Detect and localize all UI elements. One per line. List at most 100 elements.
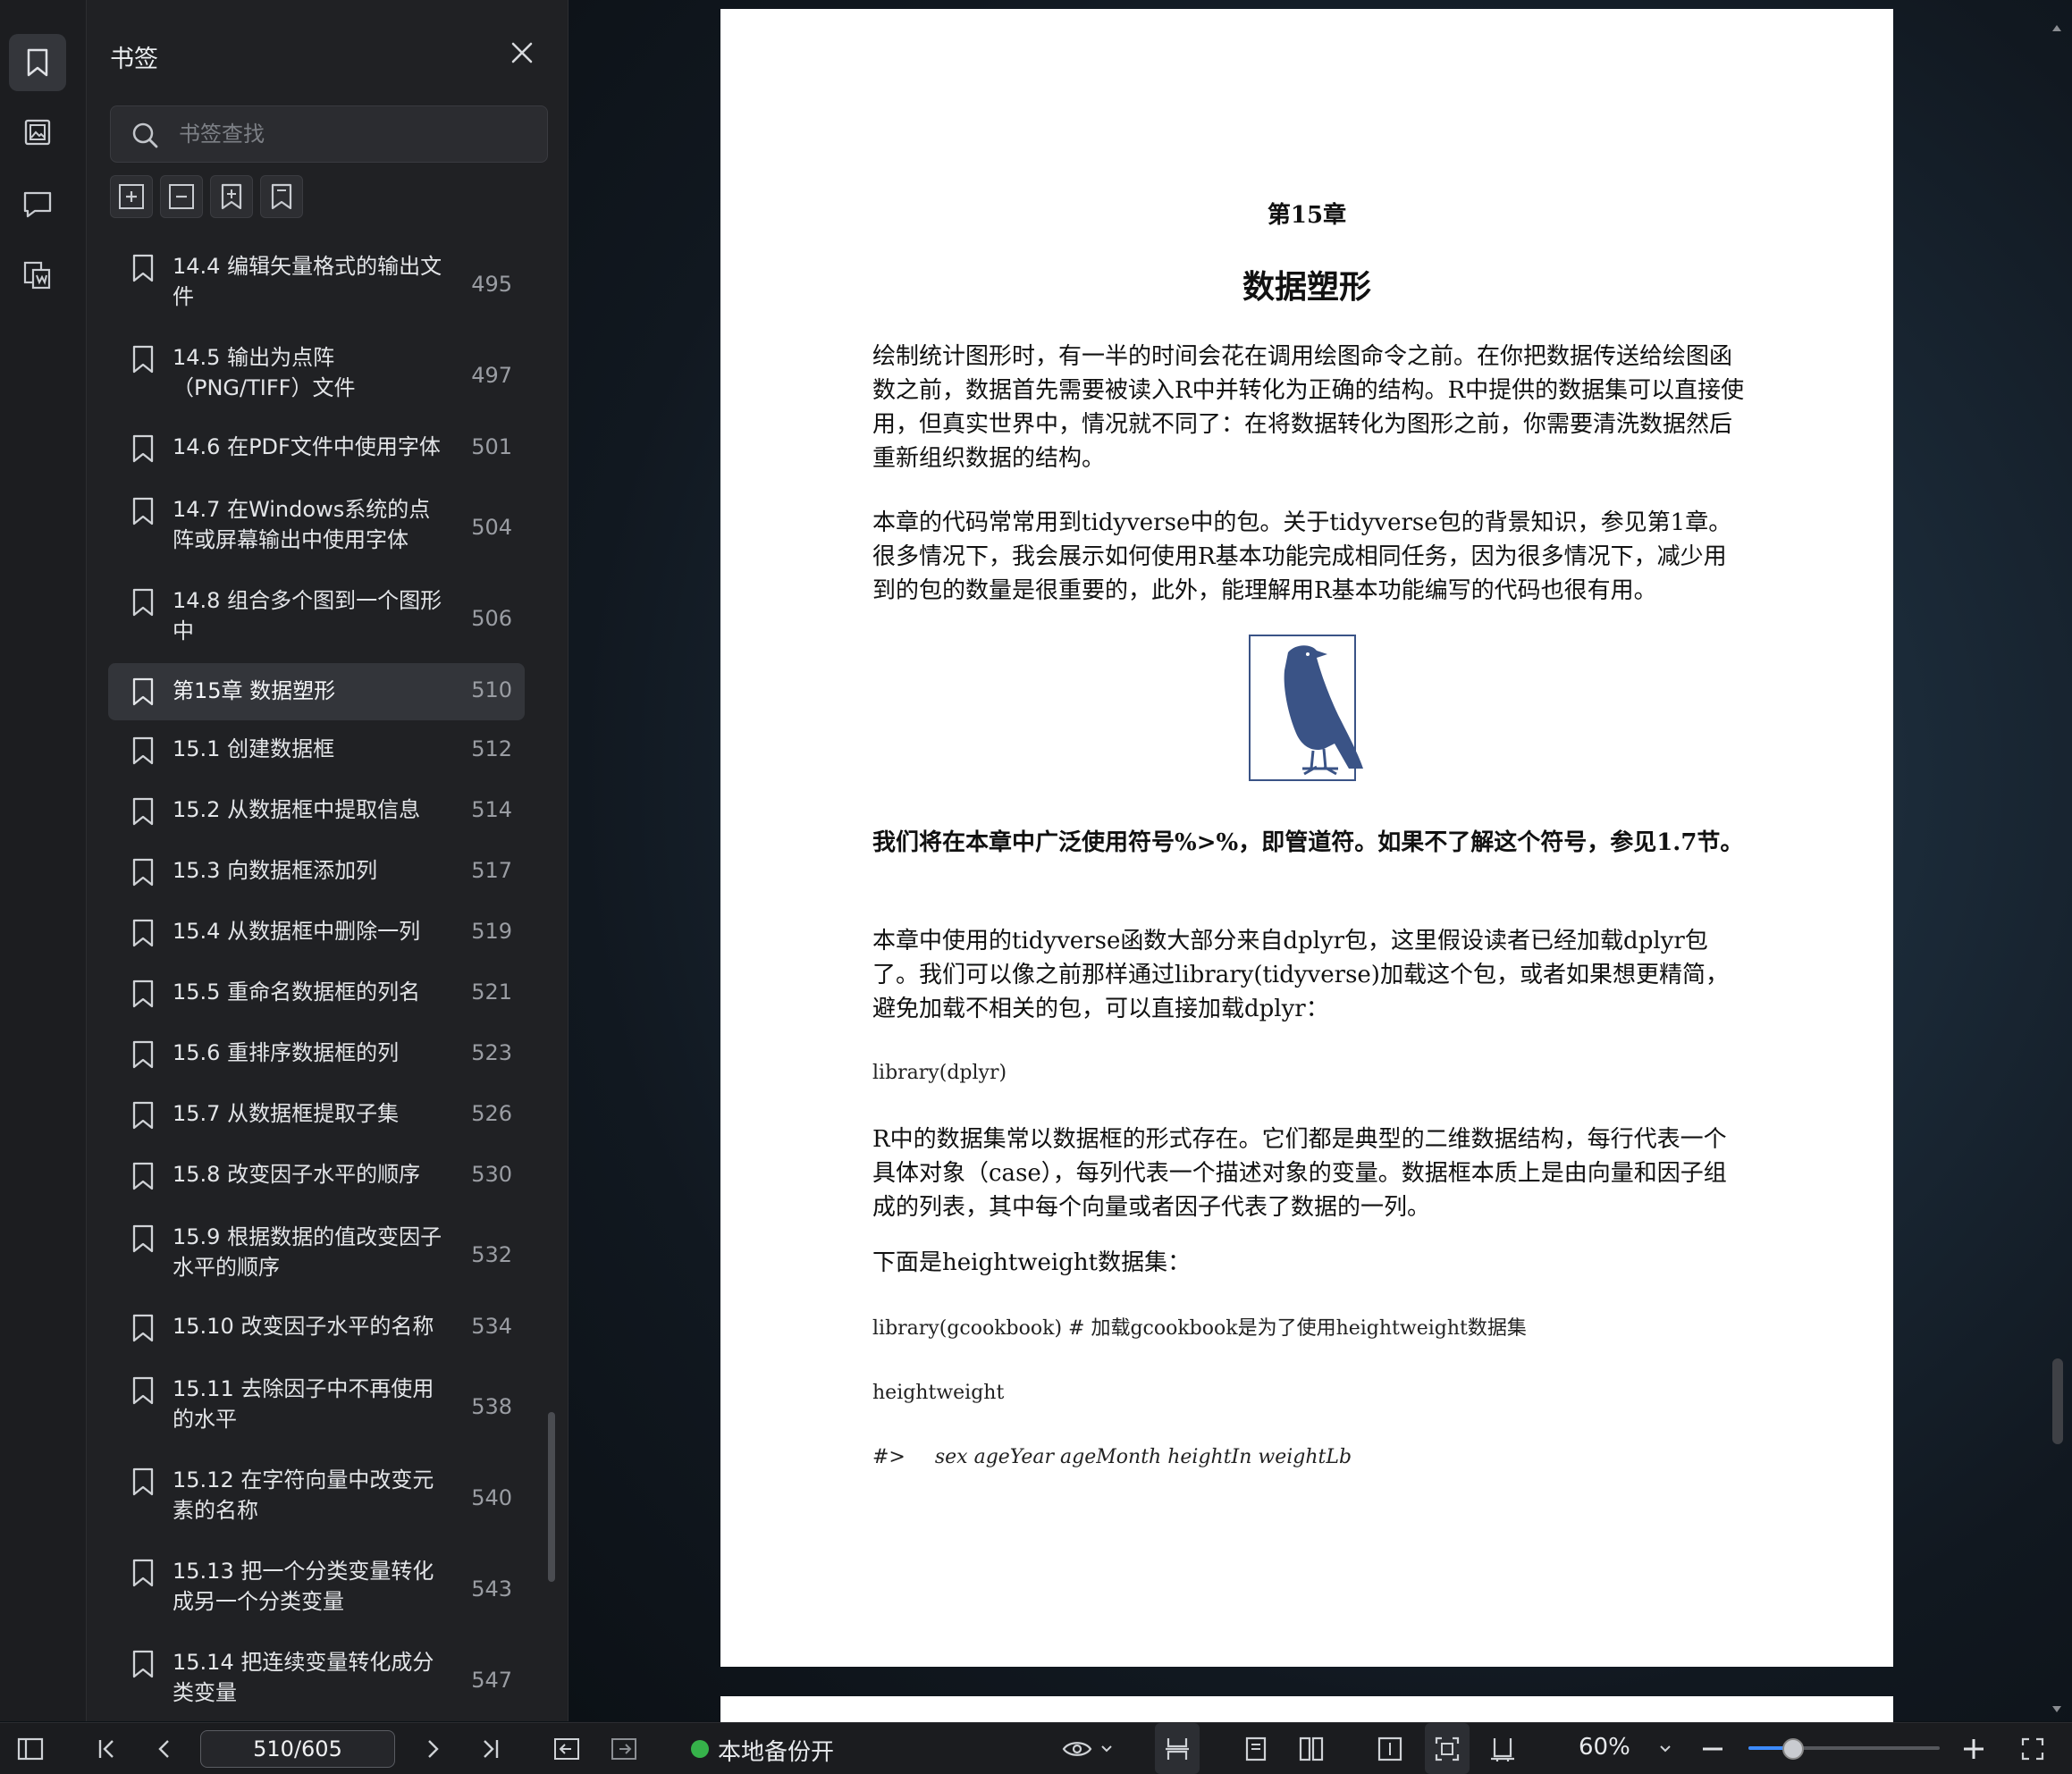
bookmark-item[interactable]: 15.4 从数据框中删除一列 519 (108, 903, 525, 963)
bookmark-page: 504 (471, 515, 512, 540)
first-page-button[interactable] (89, 1723, 125, 1774)
bookmark-search-box[interactable] (110, 105, 548, 163)
extract-panel-button[interactable] (9, 247, 66, 304)
zoom-out-button[interactable] (1697, 1723, 1729, 1774)
zoom-slider[interactable] (1748, 1738, 1940, 1760)
bookmark-label: 15.12 在字符向量中改变元素的名称 (173, 1467, 434, 1523)
bookmark-scrollbar[interactable] (548, 1412, 555, 1582)
paragraph: 本章的代码常常用到tidyverse中的包。关于tidyverse包的背景知识，… (872, 509, 1732, 604)
bookmark-item-current[interactable]: 第15章 数据塑形 510 (108, 663, 525, 720)
bookmark-item[interactable]: 15.8 改变因子水平的顺序 530 (108, 1146, 525, 1206)
fit-page-button[interactable] (1425, 1723, 1470, 1774)
paragraph: 本章中使用的tidyverse函数大部分来自dplyr包，这里假设读者已经加载d… (872, 928, 1729, 1022)
bookmark-page: 512 (471, 736, 512, 761)
bookmark-item[interactable]: 14.4 编辑矢量格式的输出文件 495 (108, 236, 525, 327)
bookmark-label: 15.6 重排序数据框的列 (173, 1040, 400, 1065)
view-mode-dropdown[interactable] (1058, 1723, 1117, 1774)
bookmark-page: 534 (471, 1314, 512, 1339)
toggle-sidebar-button[interactable] (11, 1723, 50, 1774)
page-number-input[interactable]: 510/605 (200, 1730, 395, 1768)
bookmark-label: 15.8 改变因子水平的顺序 (173, 1162, 421, 1187)
bookmark-label: 15.5 重命名数据框的列名 (173, 979, 421, 1005)
bookmark-item[interactable]: 15.12 在字符向量中改变元素的名称 540 (108, 1450, 525, 1541)
next-page-button[interactable] (415, 1723, 451, 1774)
actual-size-button[interactable] (1480, 1723, 1525, 1774)
scroll-up-arrow-icon[interactable] (2051, 20, 2063, 37)
code-line: library(dplyr) (872, 1062, 1007, 1084)
zoom-slider-handle[interactable] (1782, 1738, 1805, 1760)
fit-width-button[interactable] (1368, 1723, 1412, 1774)
code-output-line: #> sex ageYear ageMonth heightIn weightL… (872, 1444, 1352, 1471)
add-bookmark-button[interactable] (210, 175, 253, 218)
bookmark-item[interactable]: 15.3 向数据框添加列 517 (108, 842, 525, 903)
bookmark-icon (131, 1650, 155, 1682)
two-page-button[interactable] (1289, 1723, 1334, 1774)
bookmark-outline-icon (271, 183, 292, 210)
fullscreen-button[interactable] (2015, 1723, 2051, 1774)
expand-all-icon (119, 184, 144, 209)
bookmark-item[interactable]: 14.8 组合多个图到一个图形中 506 (108, 570, 525, 661)
bookmark-item[interactable]: 15.9 根据数据的值改变因子水平的顺序 532 (108, 1206, 525, 1298)
bookmark-item[interactable]: 15.2 从数据框中提取信息 514 (108, 781, 525, 842)
search-icon (131, 121, 159, 153)
bookmark-page: 506 (471, 606, 512, 631)
code-line: library(gcookbook) # 加载gcookbook是为了使用hei… (872, 1317, 1527, 1340)
bookmark-icon (131, 677, 155, 710)
document-scrollbar[interactable] (2052, 1358, 2063, 1444)
single-page-button[interactable] (1234, 1723, 1278, 1774)
local-backup-toggle[interactable]: 本地备份开 (718, 1734, 834, 1767)
comment-panel-button[interactable] (9, 175, 66, 232)
scroll-down-arrow-icon[interactable] (2051, 1702, 2063, 1719)
zoom-dropdown-button[interactable] (1652, 1723, 1679, 1774)
bookmark-icon (131, 1101, 155, 1133)
bookmark-icon (131, 1559, 155, 1591)
bookmark-icon (131, 858, 155, 890)
bookmark-label: 15.14 把连续变量转化成分类变量 (173, 1650, 434, 1705)
previous-page-button[interactable] (147, 1723, 182, 1774)
minus-icon (1703, 1747, 1722, 1750)
add-bookmark-icon (221, 183, 242, 210)
bookmark-icon (131, 434, 155, 467)
bookmark-label: 14.8 组合多个图到一个图形中 (173, 588, 442, 643)
continuous-scroll-icon (1166, 1737, 1189, 1760)
bookmark-label: 15.7 从数据框提取子集 (173, 1101, 400, 1126)
last-page-button[interactable] (472, 1723, 508, 1774)
bookmark-label: 15.4 从数据框中删除一列 (173, 919, 421, 944)
bookmark-label: 15.11 去除因子中不再使用的水平 (173, 1376, 434, 1432)
close-panel-button[interactable] (507, 38, 537, 68)
bookmark-item[interactable]: 15.14 把连续变量转化成分类变量 547 (108, 1632, 525, 1723)
bookmark-item[interactable]: 15.13 把一个分类变量转化成另一个分类变量 543 (108, 1541, 525, 1632)
expand-all-button[interactable] (110, 175, 153, 218)
two-page-icon (1299, 1736, 1324, 1761)
bookmark-item[interactable]: 15.6 重排序数据框的列 523 (108, 1024, 525, 1085)
bookmark-item[interactable]: 15.5 重命名数据框的列名 521 (108, 963, 525, 1024)
zoom-level[interactable]: 60% (1579, 1734, 1630, 1761)
thumbnail-panel-button[interactable] (9, 104, 66, 161)
fullscreen-icon (2021, 1737, 2044, 1760)
bookmark-list: 14.4 编辑矢量格式的输出文件 495 14.5 输出为点阵（PNG/TIFF… (108, 236, 528, 1723)
zoom-in-button[interactable] (1958, 1723, 1990, 1774)
bookmark-page: 540 (471, 1485, 512, 1510)
first-page-icon (98, 1739, 114, 1758)
bookmark-panel-button[interactable] (9, 34, 66, 91)
continuous-scroll-button[interactable] (1155, 1723, 1200, 1774)
navigate-back-button[interactable] (549, 1723, 585, 1774)
bookmark-item[interactable]: 14.6 在PDF文件中使用字体 501 (108, 418, 525, 479)
bookmark-item[interactable]: 14.7 在Windows系统的点阵或屏幕输出中使用字体 504 (108, 479, 525, 570)
comment-icon (23, 191, 52, 218)
bookmark-icon (131, 1467, 155, 1500)
bookmark-item[interactable]: 15.1 创建数据框 512 (108, 720, 525, 781)
chapter-label: 第15章 (1267, 202, 1347, 229)
bookmark-label: 15.2 从数据框中提取信息 (173, 797, 421, 822)
paragraph: R中的数据集常以数据框的形式存在。它们都是典型的二维数据结构，每行代表一个具体对… (872, 1126, 1727, 1221)
bookmark-item[interactable]: 15.10 改变因子水平的名称 534 (108, 1298, 525, 1358)
bookmark-item[interactable]: 15.11 去除因子中不再使用的水平 538 (108, 1358, 525, 1450)
remove-bookmark-button[interactable] (260, 175, 303, 218)
navigate-forward-button[interactable] (606, 1723, 642, 1774)
bookmark-item[interactable]: 14.5 输出为点阵（PNG/TIFF）文件 497 (108, 327, 525, 418)
bookmark-item[interactable]: 15.7 从数据框提取子集 526 (108, 1085, 525, 1146)
bookmark-page: 510 (471, 677, 512, 702)
bookmark-search-input[interactable] (177, 114, 538, 155)
bookmark-label: 第15章 数据塑形 (173, 678, 336, 703)
collapse-all-button[interactable] (160, 175, 203, 218)
